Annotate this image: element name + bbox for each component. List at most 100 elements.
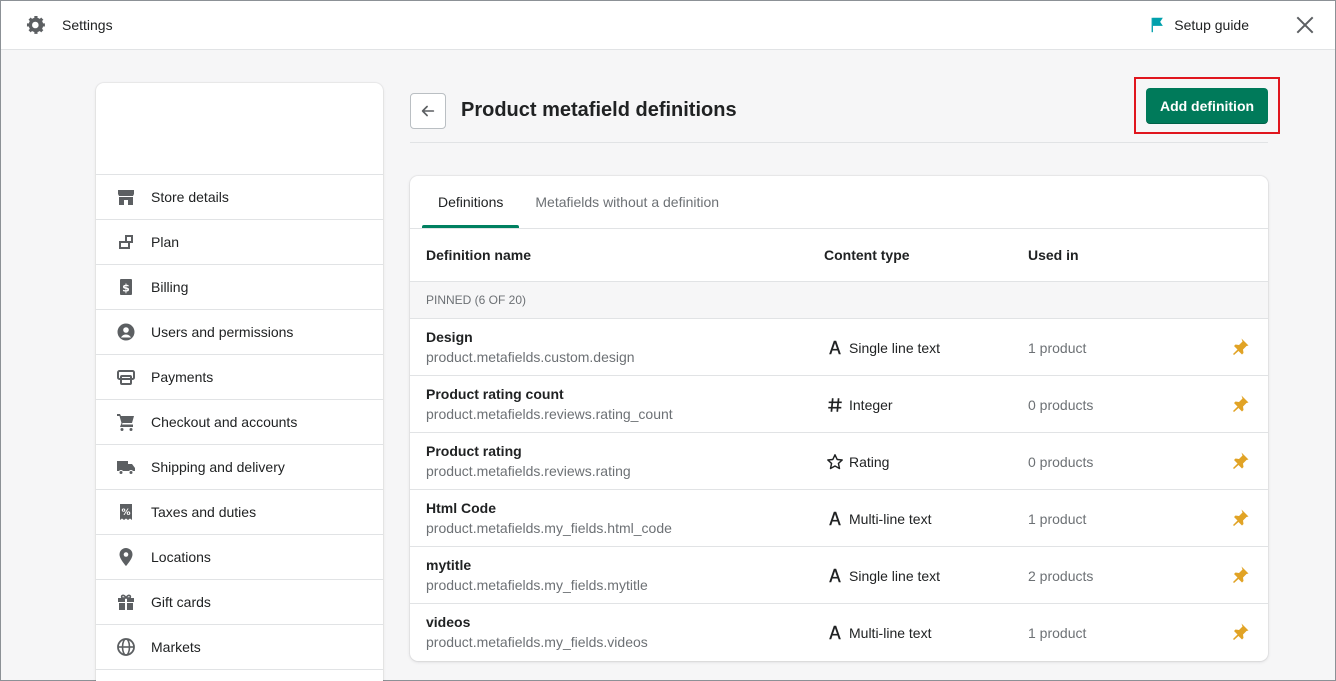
sidebar-item-label: Users and permissions bbox=[151, 324, 294, 340]
cart-icon bbox=[116, 412, 136, 432]
content-type-cell: Single line text bbox=[826, 319, 940, 376]
table-row[interactable]: videos product.metafields.my_fields.vide… bbox=[410, 604, 1268, 661]
content-type-label: Rating bbox=[849, 453, 890, 470]
text-icon bbox=[826, 567, 844, 585]
definition-cell: Product rating product.metafields.review… bbox=[426, 443, 631, 479]
pinned-group-label: PINNED (6 OF 20) bbox=[410, 282, 1268, 319]
sidebar-item-label: Store details bbox=[151, 189, 229, 205]
sidebar-item-gift-cards[interactable]: Gift cards bbox=[96, 580, 383, 625]
definition-key: product.metafields.my_fields.html_code bbox=[426, 520, 672, 536]
pin-icon[interactable] bbox=[1230, 451, 1250, 471]
definition-key: product.metafields.reviews.rating_count bbox=[426, 406, 673, 422]
content-type-cell: Multi-line text bbox=[826, 604, 931, 661]
page-title: Product metafield definitions bbox=[461, 99, 737, 121]
sidebar-item-payments[interactable]: Payments bbox=[96, 355, 383, 400]
setup-guide-label: Setup guide bbox=[1174, 17, 1249, 33]
plan-icon bbox=[116, 232, 136, 252]
column-header-type: Content type bbox=[824, 247, 910, 263]
sidebar-item-checkout[interactable]: Checkout and accounts bbox=[96, 400, 383, 445]
tab-definitions[interactable]: Definitions bbox=[422, 176, 520, 228]
column-header-used: Used in bbox=[1028, 247, 1079, 263]
globe-icon bbox=[116, 637, 136, 657]
sidebar-item-label: Gift cards bbox=[151, 594, 211, 610]
definitions-card: Definitions Metafields without a definit… bbox=[410, 176, 1268, 661]
content-type-label: Multi-line text bbox=[849, 624, 932, 641]
sidebar-item-label: Plan bbox=[151, 234, 180, 250]
tab-metafields-without-definition[interactable]: Metafields without a definition bbox=[519, 176, 735, 228]
add-definition-button[interactable]: Add definition bbox=[1146, 87, 1268, 124]
sidebar-item-shipping[interactable]: Shipping and delivery bbox=[96, 445, 383, 490]
sidebar-item-taxes[interactable]: % Taxes and duties bbox=[96, 490, 383, 535]
pin-icon[interactable] bbox=[1230, 622, 1250, 642]
definition-cell: Html Code product.metafields.my_fields.h… bbox=[426, 500, 672, 536]
main-content: Product metafield definitions Add defini… bbox=[410, 77, 1280, 661]
billing-icon: $ bbox=[116, 277, 136, 297]
gear-icon bbox=[24, 14, 46, 36]
content-type-cell: Single line text bbox=[826, 547, 940, 604]
table-row[interactable]: Html Code product.metafields.my_fields.h… bbox=[410, 490, 1268, 547]
store-icon bbox=[116, 187, 136, 207]
definition-name: Product rating bbox=[426, 443, 522, 459]
settings-sidebar: Store details Plan $ Billing Users and p… bbox=[96, 83, 383, 681]
pin-icon[interactable] bbox=[1230, 508, 1250, 528]
used-in-value: 0 products bbox=[1028, 396, 1094, 413]
pin-icon[interactable] bbox=[1230, 394, 1250, 414]
sidebar-item-label: Billing bbox=[151, 279, 189, 295]
definition-name: Product rating count bbox=[426, 386, 564, 402]
close-button[interactable] bbox=[1293, 13, 1317, 37]
sidebar-item-users[interactable]: Users and permissions bbox=[96, 310, 383, 355]
top-bar: Settings Setup guide bbox=[1, 1, 1335, 50]
definition-name: videos bbox=[426, 614, 471, 630]
sidebar-item-plan[interactable]: Plan bbox=[96, 220, 383, 265]
close-icon bbox=[1296, 16, 1314, 34]
sidebar-item-markets[interactable]: Markets bbox=[96, 625, 383, 670]
table-header: Definition name Content type Used in bbox=[410, 229, 1268, 282]
page-header: Product metafield definitions Add defini… bbox=[410, 77, 1280, 143]
pin-icon[interactable] bbox=[1230, 337, 1250, 357]
content-type-cell: Multi-line text bbox=[826, 490, 931, 547]
content-type-label: Multi-line text bbox=[849, 510, 932, 527]
definition-key: product.metafields.reviews.rating bbox=[426, 463, 631, 479]
table-row[interactable]: mytitle product.metafields.my_fields.myt… bbox=[410, 547, 1268, 604]
definition-cell: Product rating count product.metafields.… bbox=[426, 386, 673, 422]
definition-key: product.metafields.my_fields.mytitle bbox=[426, 577, 648, 593]
definition-name: mytitle bbox=[426, 557, 472, 573]
svg-text:$: $ bbox=[122, 282, 130, 295]
table-row[interactable]: Design product.metafields.custom.design … bbox=[410, 319, 1268, 376]
arrow-left-icon bbox=[421, 105, 435, 116]
star-icon bbox=[826, 453, 844, 471]
tax-icon: % bbox=[116, 502, 136, 522]
sidebar-item-store-details[interactable]: Store details bbox=[96, 175, 383, 220]
sidebar-item-billing[interactable]: $ Billing bbox=[96, 265, 383, 310]
text-icon bbox=[826, 510, 844, 528]
content-type-cell: Rating bbox=[826, 433, 889, 490]
sidebar-item-locations[interactable]: Locations bbox=[96, 535, 383, 580]
table-row[interactable]: Product rating count product.metafields.… bbox=[410, 376, 1268, 433]
definition-cell: Design product.metafields.custom.design bbox=[426, 329, 635, 365]
content-type-label: Integer bbox=[849, 396, 893, 413]
content-type-label: Single line text bbox=[849, 567, 941, 584]
location-icon bbox=[116, 547, 136, 567]
table-row[interactable]: Product rating product.metafields.review… bbox=[410, 433, 1268, 490]
sidebar-item-label: Markets bbox=[151, 639, 201, 655]
svg-text:%: % bbox=[121, 508, 130, 518]
setup-guide-button[interactable]: Setup guide bbox=[1148, 16, 1249, 34]
text-icon bbox=[826, 339, 844, 357]
sidebar-item-label: Locations bbox=[151, 549, 211, 565]
column-header-name: Definition name bbox=[426, 247, 532, 263]
used-in-value: 2 products bbox=[1028, 567, 1094, 584]
flag-icon bbox=[1151, 17, 1164, 33]
sidebar-header bbox=[96, 83, 383, 175]
highlight-box: Add definition bbox=[1134, 77, 1280, 134]
sidebar-item-label: Checkout and accounts bbox=[151, 414, 298, 430]
pin-icon[interactable] bbox=[1230, 565, 1250, 585]
definition-key: product.metafields.custom.design bbox=[426, 349, 635, 365]
back-button[interactable] bbox=[410, 92, 446, 129]
used-in-value: 1 product bbox=[1028, 339, 1087, 356]
sidebar-item-label: Taxes and duties bbox=[151, 504, 257, 520]
sidebar-item-label: Payments bbox=[151, 369, 214, 385]
tab-bar: Definitions Metafields without a definit… bbox=[410, 176, 1268, 229]
content-type-cell: Integer bbox=[826, 376, 893, 433]
user-icon bbox=[116, 322, 136, 342]
app-title: Settings bbox=[62, 17, 113, 33]
